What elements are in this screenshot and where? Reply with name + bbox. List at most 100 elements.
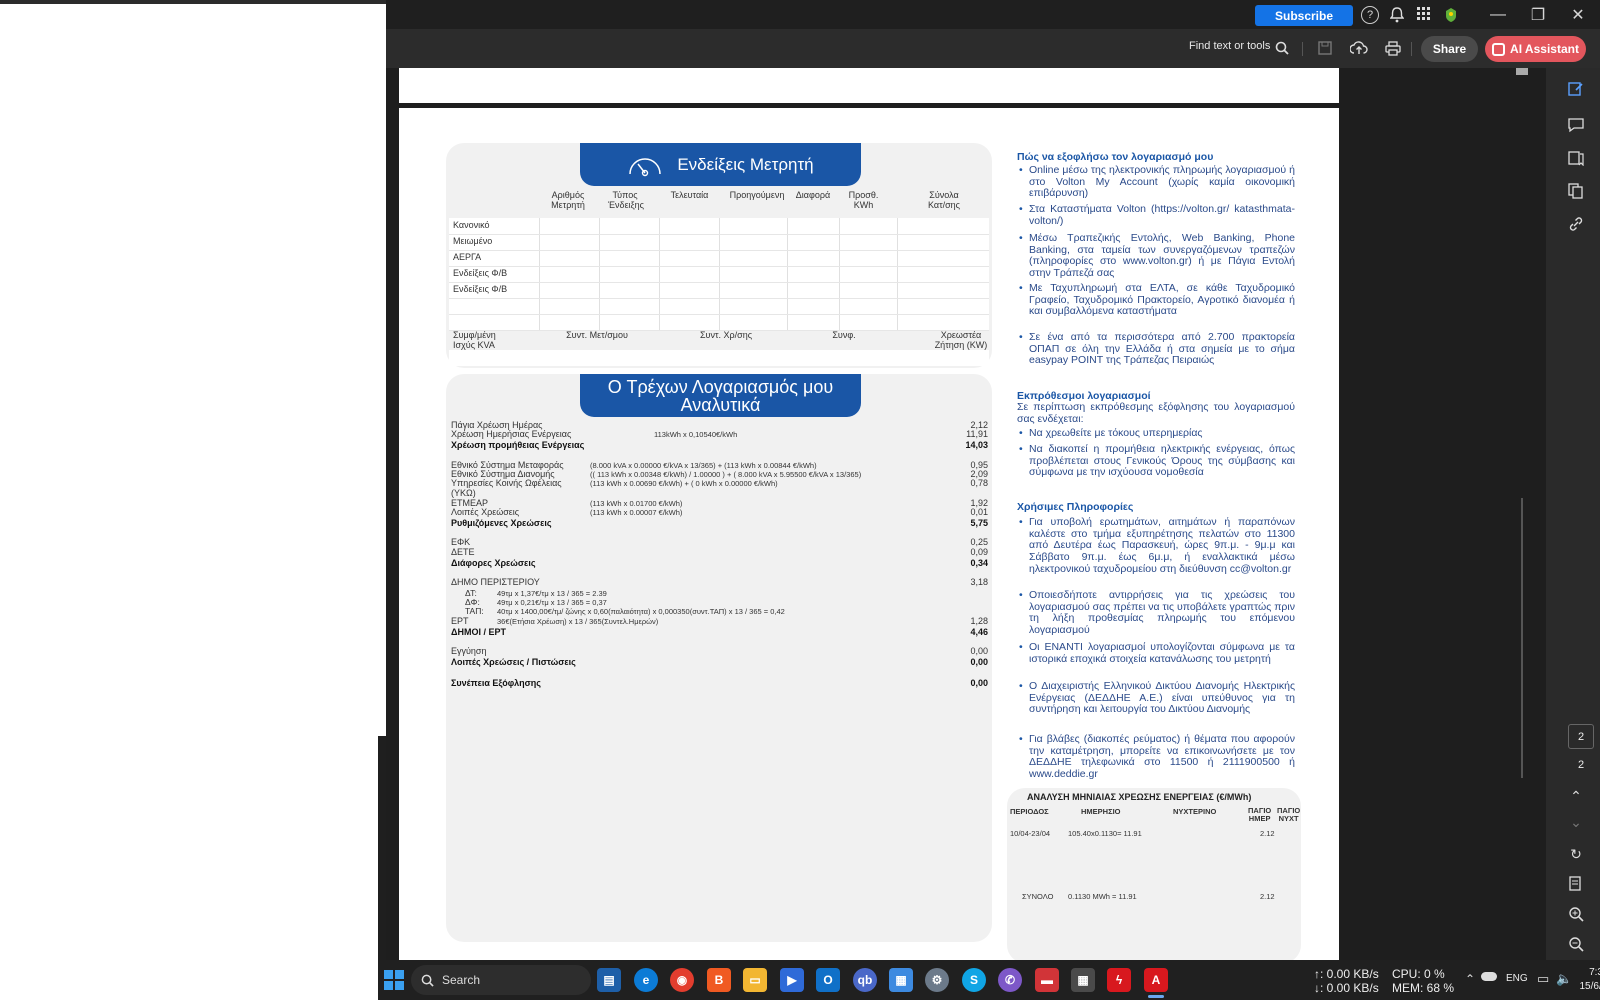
app-store-icon[interactable]: ▤ (597, 968, 621, 992)
info-bullet: Online μέσω της ηλεκτρονικής πληρωμής λο… (1019, 164, 1295, 200)
network-icon[interactable]: ▭ (1537, 971, 1549, 987)
analysis-total-fixed-day: 2.12 (1260, 892, 1275, 901)
maximize-button[interactable]: ❐ (1518, 3, 1558, 27)
viber-icon[interactable]: ✆ (998, 968, 1022, 992)
taskbar: Search ▤ e ◉ B ▭ ▶ O qb ▦ ⚙ S ✆ ▬ ▦ ϟ A … (378, 960, 1600, 1000)
background-window (0, 0, 386, 1000)
info-bullet: Μέσω Τραπεζικής Εντολής, Web Banking, Ph… (1019, 232, 1295, 280)
analysis-header-fixed-night: ΠΑΓΙΟ ΝΥΧΤ (1277, 806, 1301, 823)
settings-gear-icon[interactable]: ⚙ (925, 968, 949, 992)
info-bullet: Να διακοπεί η προμήθεια ηλεκτρικής ενέργ… (1019, 443, 1295, 479)
ai-assistant-label: AI Assistant (1510, 42, 1579, 56)
date: 15/6/2024 (1579, 981, 1600, 992)
analysis-total-label: ΣΥΝΟΛΟ (1022, 892, 1054, 901)
analysis-header-fixed-day: ΠΑΓΙΟ ΗΜΕΡ (1248, 806, 1272, 823)
apps-icon[interactable] (1416, 6, 1432, 22)
system-monitor: CPU: 0 % MEM: 68 % (1392, 967, 1454, 995)
chevron-down-icon[interactable]: ⌄ (1567, 814, 1585, 830)
taskbar-search[interactable]: Search (411, 965, 591, 995)
ai-assistant-icon (1492, 42, 1506, 56)
media-player-icon[interactable]: ▶ (780, 968, 804, 992)
find-text-field[interactable]: Find text or tools (1189, 40, 1270, 52)
current-page-field[interactable]: 2 (1568, 724, 1594, 749)
acrobat-icon[interactable]: A (1144, 968, 1168, 992)
info-paragraph: Σε περίπτωση εκπρόθεσμης εξόφλησης του λ… (1017, 401, 1295, 425)
active-app-indicator (1148, 995, 1164, 998)
extension-icon[interactable] (1443, 6, 1459, 24)
net-down: ↓: 0.00 KB/s (1314, 981, 1379, 995)
time: 7:31 πμ (1589, 967, 1600, 978)
windows-start-icon[interactable] (382, 968, 406, 992)
chevron-up-icon[interactable]: ⌃ (1567, 788, 1585, 804)
help-icon[interactable]: ? (1361, 6, 1379, 24)
zoom-out-icon[interactable] (1567, 936, 1585, 952)
info-bullet: Οποιεσδήποτε αντιρρήσεις για τις χρεώσει… (1019, 589, 1295, 637)
net-up: ↑: 0.00 KB/s (1314, 967, 1379, 981)
language-indicator[interactable]: ENG (1506, 973, 1528, 984)
info-bullet: Σε ένα από τα περισσότερα από 2.700 πρακ… (1019, 331, 1295, 367)
total-pages: 2 (1577, 758, 1585, 771)
page-settings-icon[interactable] (1567, 876, 1585, 892)
analysis-row-period: 10/04-23/04 (1010, 829, 1051, 838)
upload-icon[interactable] (1350, 39, 1368, 57)
toolbar-divider (1411, 42, 1412, 56)
calculator-icon[interactable]: ▦ (1071, 968, 1095, 992)
analysis-header-night: ΝΥΧΤΕΡΙΝΟ (1173, 807, 1217, 816)
taskbar-search-label: Search (442, 973, 481, 987)
page-1-bottom (399, 68, 1339, 103)
outlook-icon[interactable]: O (816, 968, 840, 992)
analysis-title: ΑΝΑΛΥΣΗ ΜΗΝΙΑΙΑΣ ΧΡΕΩΣΗΣ ΕΝΕΡΓΕΙΑΣ (€/MW… (1027, 792, 1252, 802)
print-icon[interactable] (1384, 40, 1402, 56)
chrome-icon[interactable]: ◉ (670, 968, 694, 992)
info-bullet: Με Ταχυπληρωμή στα ΕΛΤΑ, σε κάθε Ταχυδρο… (1019, 282, 1295, 318)
subscribe-button[interactable]: Subscribe (1255, 5, 1353, 26)
toolbar-divider (1302, 42, 1303, 56)
search-icon (421, 974, 434, 987)
minimize-button[interactable]: — (1478, 3, 1518, 27)
document-viewer[interactable]: Ενδείξεις Μετρητή Αριθμός Μετρητή Τύπος Έ… (386, 68, 1546, 960)
background-window-edge (0, 0, 386, 4)
background-window-strip (378, 736, 386, 960)
volume-icon[interactable]: 🔈 (1556, 971, 1572, 987)
search-icon[interactable] (1274, 40, 1290, 56)
news-icon[interactable]: ▬ (1035, 968, 1059, 992)
info-heading: Πώς να εξοφλήσω τον λογαριασμό μου (1017, 151, 1214, 163)
skype-icon[interactable]: S (962, 968, 986, 992)
analysis-row-fixed-day: 2.12 (1260, 829, 1275, 838)
link-icon[interactable] (1567, 216, 1585, 232)
rotate-icon[interactable]: ↻ (1567, 846, 1585, 862)
tray-expand-icon[interactable]: ⌃ (1465, 972, 1475, 986)
analysis-total-day: 0.1130 MWh = 11.91 (1068, 892, 1137, 901)
flash-app-icon[interactable]: ϟ (1107, 968, 1131, 992)
qbittorrent-icon[interactable]: qb (853, 968, 877, 992)
edit-pdf-icon[interactable] (1567, 81, 1585, 97)
toolbar (386, 29, 1600, 68)
ai-assistant-button[interactable]: AI Assistant (1485, 36, 1586, 62)
close-button[interactable]: ✕ (1558, 3, 1598, 27)
bookmark-icon[interactable] (1567, 150, 1585, 166)
vertical-scrollbar[interactable] (1521, 498, 1523, 778)
analysis-header-day: ΗΜΕΡΗΣΙΟ (1081, 807, 1121, 816)
mem-usage: MEM: 68 % (1392, 981, 1455, 995)
pages-icon[interactable] (1567, 183, 1585, 199)
brave-icon[interactable]: B (707, 968, 731, 992)
info-bullet: Οι ΕΝΑΝΤΙ λογαριασμοί υπολογίζονται σύμφ… (1019, 641, 1295, 665)
save-icon[interactable] (1317, 40, 1333, 56)
zoom-in-icon[interactable] (1567, 906, 1585, 922)
store-icon[interactable]: ▦ (889, 968, 913, 992)
share-button[interactable]: Share (1421, 36, 1478, 62)
comment-icon[interactable] (1567, 117, 1585, 133)
bell-icon[interactable] (1388, 5, 1406, 25)
analysis-header-period: ΠΕΡΙΟΔΟΣ (1010, 807, 1049, 816)
info-bullet: Στα Καταστήματα Volton (https://volton.g… (1019, 203, 1295, 227)
file-explorer-icon[interactable]: ▭ (743, 968, 767, 992)
onedrive-icon[interactable] (1481, 972, 1497, 981)
page-2: Ενδείξεις Μετρητή Αριθμός Μετρητή Τύπος Έ… (399, 108, 1339, 960)
scroll-thumb-top[interactable] (1516, 68, 1528, 75)
info-bullet: Για βλάβες (διακοπές ρεύματος) ή θέματα … (1019, 733, 1295, 781)
edge-icon[interactable]: e (634, 968, 658, 992)
network-speed: ↑: 0.00 KB/s ↓: 0.00 KB/s (1314, 967, 1379, 995)
info-bullet: Για υποβολή ερωτημάτων, αιτημάτων ή παρα… (1019, 516, 1295, 576)
clock[interactable]: 7:31 πμ 15/6/2024 (1578, 966, 1600, 994)
info-bullet: Να χρεωθείτε με τόκους υπερημερίας (1019, 427, 1295, 440)
